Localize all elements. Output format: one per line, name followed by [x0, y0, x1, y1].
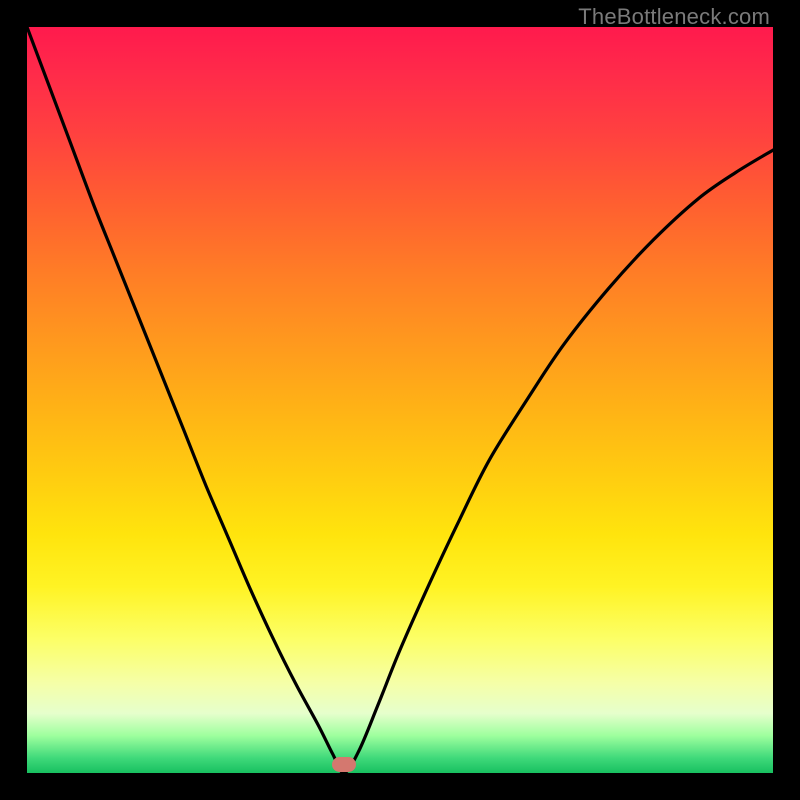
- optimum-marker: [332, 757, 356, 772]
- plot-area: [27, 27, 773, 773]
- chart-frame: TheBottleneck.com: [0, 0, 800, 800]
- bottleneck-curve: [27, 27, 773, 773]
